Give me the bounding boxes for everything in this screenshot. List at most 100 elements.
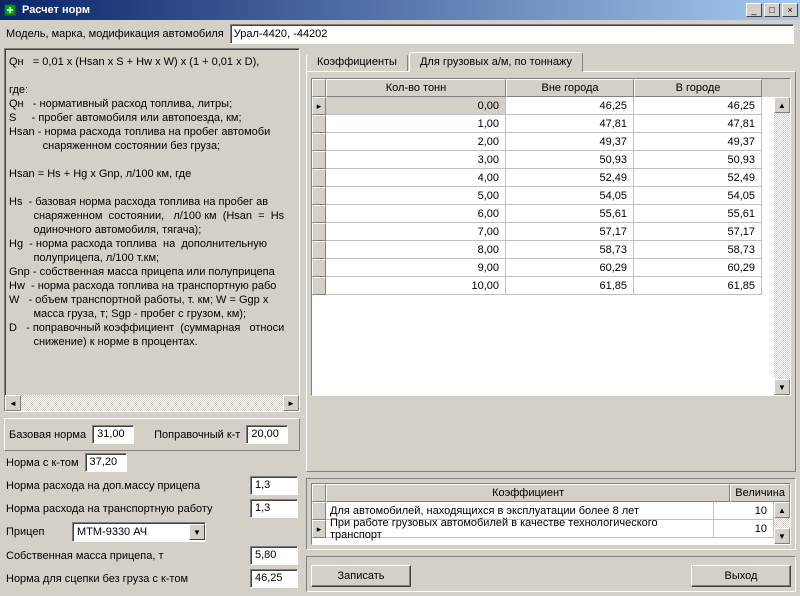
cell[interactable]: 61,85 <box>634 277 762 295</box>
cell[interactable]: 55,61 <box>506 205 634 223</box>
col-tons[interactable]: Кол-во тонн <box>326 79 506 97</box>
row-marker <box>312 115 326 133</box>
cell[interactable]: 3,00 <box>326 151 506 169</box>
table-row[interactable]: 6,0055,6155,61 <box>312 205 774 223</box>
tab-coefficients[interactable]: Коэффициенты <box>306 54 408 71</box>
transport-label: Норма расхода на транспортную работу <box>6 503 244 515</box>
cell[interactable]: 58,73 <box>506 241 634 259</box>
cell[interactable]: 5,00 <box>326 187 506 205</box>
cell[interactable]: 54,05 <box>634 187 762 205</box>
exit-button[interactable]: Выход <box>691 565 791 587</box>
cell[interactable]: 10 <box>714 502 774 520</box>
table-row[interactable]: 4,0052,4952,49 <box>312 169 774 187</box>
row-marker <box>312 169 326 187</box>
cell[interactable]: 50,93 <box>506 151 634 169</box>
extra-mass-input[interactable]: 1,3 <box>250 476 298 495</box>
table-row[interactable]: ▸При работе грузовых автомобилей в качес… <box>312 520 774 538</box>
scroll-right-icon[interactable]: ► <box>283 395 299 411</box>
scroll-left-icon[interactable]: ◄ <box>5 395 21 411</box>
cell[interactable]: 10,00 <box>326 277 506 295</box>
formula-text: Qн = 0,01 x (Hsan x S + Hw x W) x (1 + 0… <box>9 55 295 349</box>
own-mass-input[interactable]: 5,80 <box>250 546 298 565</box>
table-row[interactable]: 10,0061,8561,85 <box>312 277 774 295</box>
cell[interactable]: 46,25 <box>506 97 634 115</box>
model-row: Модель, марка, модификация автомобиля Ур… <box>0 20 800 48</box>
cell[interactable]: 55,61 <box>634 205 762 223</box>
norm-k-input: 37,20 <box>85 453 127 472</box>
col-coef[interactable]: Коэффициент <box>326 484 730 502</box>
transport-input[interactable]: 1,3 <box>250 499 298 518</box>
table-row[interactable]: ▸0,0046,2546,25 <box>312 97 774 115</box>
cell[interactable]: 52,49 <box>634 169 762 187</box>
cell[interactable]: 6,00 <box>326 205 506 223</box>
cell[interactable]: 58,73 <box>634 241 762 259</box>
chevron-down-icon[interactable]: ▼ <box>189 524 205 540</box>
corr-input[interactable]: 20,00 <box>246 425 288 444</box>
cell[interactable]: 60,29 <box>634 259 762 277</box>
row-marker: ▸ <box>312 520 326 538</box>
trailer-label: Прицеп <box>6 526 66 538</box>
base-input[interactable]: 31,00 <box>92 425 134 444</box>
model-input[interactable]: Урал-4420, -44202 <box>230 24 794 44</box>
table-row[interactable]: 5,0054,0554,05 <box>312 187 774 205</box>
cell[interactable]: 61,85 <box>506 277 634 295</box>
scroll-up-icon[interactable]: ▲ <box>774 502 790 518</box>
tabs: Коэффициенты Для грузовых а/м, по тоннаж… <box>306 48 796 71</box>
cell[interactable]: 60,29 <box>506 259 634 277</box>
norm-k-label: Норма с к-том <box>6 457 79 469</box>
table-row[interactable]: 2,0049,3749,37 <box>312 133 774 151</box>
maximize-button[interactable]: □ <box>764 3 780 17</box>
cell[interactable]: 57,17 <box>634 223 762 241</box>
grid-vscroll[interactable]: ▲ ▼ <box>774 97 790 395</box>
scroll-down-icon[interactable]: ▼ <box>774 379 790 395</box>
cell[interactable]: 7,00 <box>326 223 506 241</box>
cell[interactable]: 57,17 <box>506 223 634 241</box>
scroll-up-icon[interactable]: ▲ <box>774 97 790 113</box>
close-button[interactable]: × <box>782 3 798 17</box>
formula-hscroll[interactable]: ◄ ► <box>5 395 299 411</box>
table-row[interactable]: 3,0050,9350,93 <box>312 151 774 169</box>
own-mass-label: Собственная масса прицепа, т <box>6 550 244 562</box>
table-row[interactable]: 7,0057,1757,17 <box>312 223 774 241</box>
tab-tonnage[interactable]: Для грузовых а/м, по тоннажу <box>409 52 583 72</box>
model-label: Модель, марка, модификация автомобиля <box>6 28 224 40</box>
corr-label: Поправочный к-т <box>154 429 240 441</box>
cell[interactable]: При работе грузовых автомобилей в качест… <box>326 520 714 538</box>
save-button[interactable]: Записать <box>311 565 411 587</box>
cell[interactable]: 49,37 <box>506 133 634 151</box>
col-value[interactable]: Величина <box>730 484 790 502</box>
minimize-button[interactable]: _ <box>746 3 762 17</box>
row-marker <box>312 502 326 520</box>
hitch-input[interactable]: 46,25 <box>250 569 298 588</box>
trailer-select[interactable]: МТМ-9330 АЧ ▼ <box>72 522 206 542</box>
row-marker: ▸ <box>312 97 326 115</box>
cell[interactable]: 49,37 <box>634 133 762 151</box>
row-marker <box>312 241 326 259</box>
cell[interactable]: 54,05 <box>506 187 634 205</box>
cell[interactable]: 52,49 <box>506 169 634 187</box>
cell[interactable]: 2,00 <box>326 133 506 151</box>
tab-panel: Кол-во тонн Вне города В городе ▸0,0046,… <box>306 71 796 472</box>
scroll-down-icon[interactable]: ▼ <box>774 528 790 544</box>
cell[interactable]: 9,00 <box>326 259 506 277</box>
cell[interactable]: 1,00 <box>326 115 506 133</box>
cell[interactable]: 8,00 <box>326 241 506 259</box>
hitch-label: Норма для сцепки без груза с к-том <box>6 573 244 585</box>
cell[interactable]: 0,00 <box>326 97 506 115</box>
cell[interactable]: 10 <box>714 520 774 538</box>
tonnage-grid[interactable]: Кол-во тонн Вне города В городе ▸0,0046,… <box>311 78 791 396</box>
app-icon <box>2 2 18 18</box>
table-row[interactable]: 9,0060,2960,29 <box>312 259 774 277</box>
cell[interactable]: 47,81 <box>634 115 762 133</box>
table-row[interactable]: 8,0058,7358,73 <box>312 241 774 259</box>
row-marker <box>312 223 326 241</box>
cell[interactable]: 47,81 <box>506 115 634 133</box>
coef-vscroll[interactable]: ▲ ▼ <box>774 502 790 544</box>
col-outside[interactable]: Вне города <box>506 79 634 97</box>
extra-mass-label: Норма расхода на доп.массу прицепа <box>6 480 244 492</box>
table-row[interactable]: 1,0047,8147,81 <box>312 115 774 133</box>
cell[interactable]: 4,00 <box>326 169 506 187</box>
col-city[interactable]: В городе <box>634 79 762 97</box>
cell[interactable]: 46,25 <box>634 97 762 115</box>
cell[interactable]: 50,93 <box>634 151 762 169</box>
